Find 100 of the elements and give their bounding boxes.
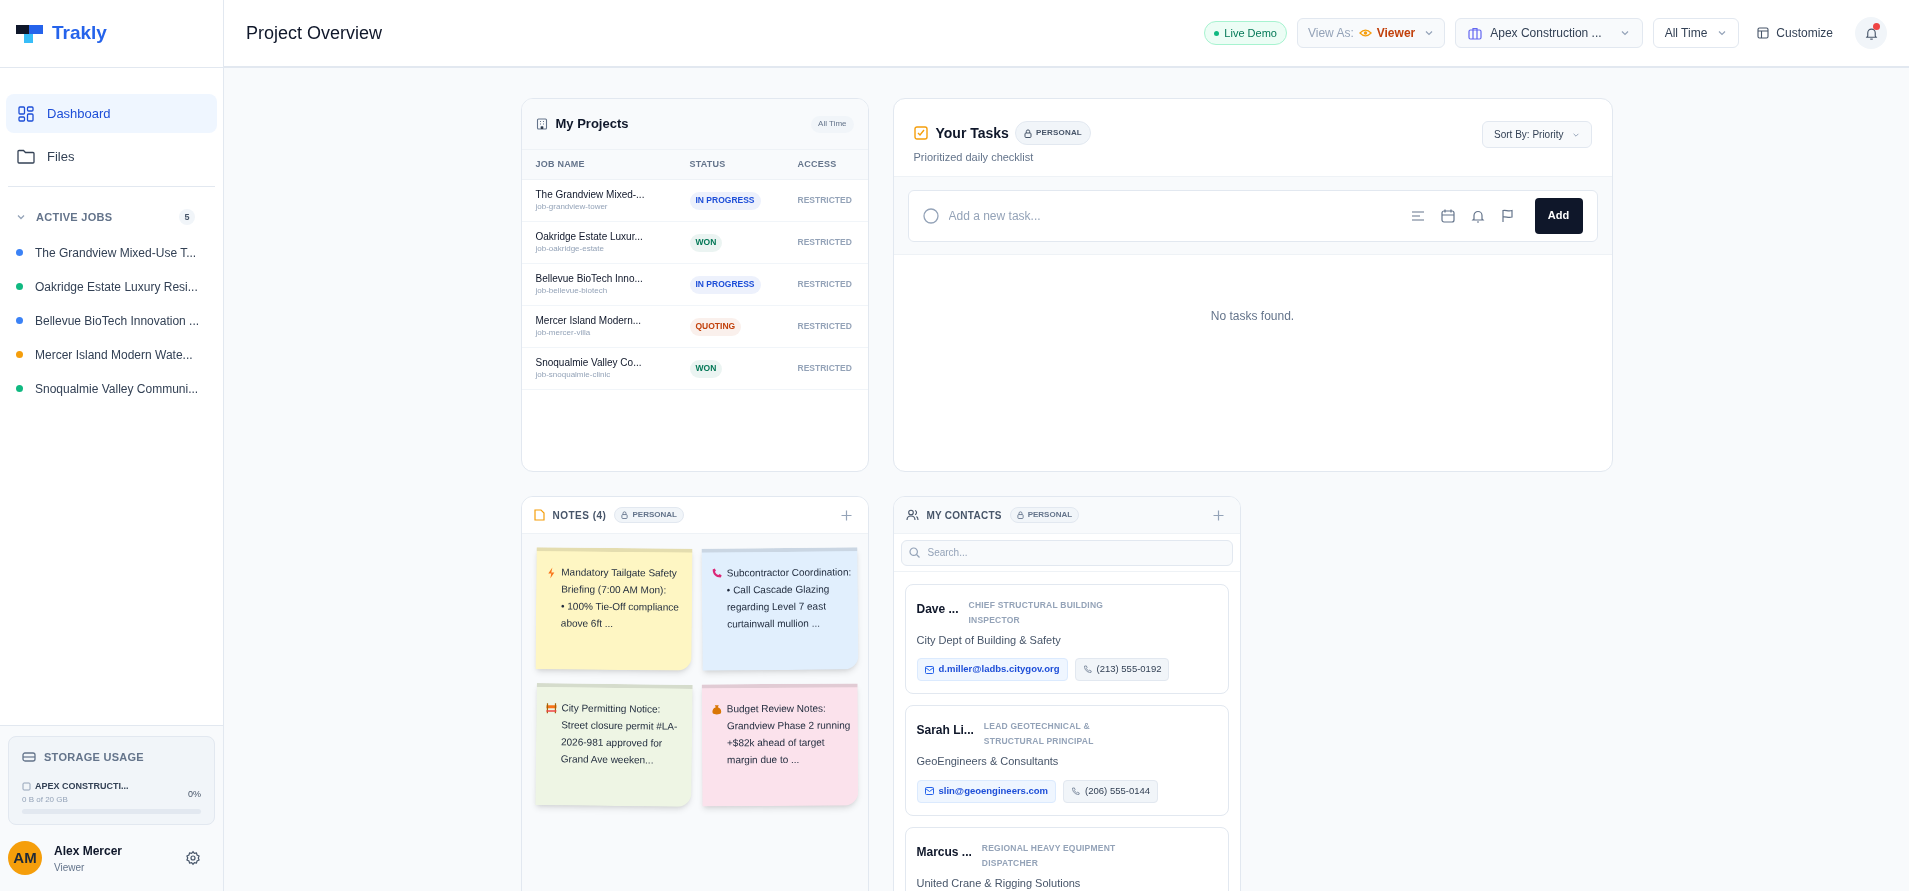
storage-percent: 0% <box>188 788 201 802</box>
email-link[interactable]: slin@geoengineers.com <box>916 779 1057 803</box>
settings-icon[interactable] <box>185 850 201 866</box>
logo-icon <box>16 22 44 45</box>
search-field[interactable]: Search... <box>900 539 1233 566</box>
table-row[interactable]: Bellevue BioTech Inno... job-bellevue-biotech IN PROGRESS RESTRICTED <box>521 264 868 306</box>
contact-name: Sarah Li... <box>916 722 974 739</box>
user-role: Viewer <box>54 860 86 875</box>
hard-drive-icon <box>22 751 36 764</box>
job-link[interactable]: Bellevue BioTech Innovation ... <box>0 303 223 338</box>
description-icon[interactable] <box>1410 208 1425 223</box>
people-icon <box>905 509 919 521</box>
status-badge: WON <box>689 233 723 252</box>
customize-button[interactable]: Customize <box>1749 18 1841 48</box>
card-subtitle: Prioritized daily checklist <box>913 150 1035 165</box>
job-name: Mercer Island Modern... <box>535 315 643 328</box>
range-badge: All Time <box>811 115 854 133</box>
status-badge: WON <box>689 359 723 378</box>
add-button[interactable]: Add <box>1534 197 1583 234</box>
barrier-icon <box>544 702 557 715</box>
note-icon <box>533 509 545 521</box>
phone-icon <box>1082 665 1092 674</box>
table-row[interactable]: Oakridge Estate Luxur... job-oakridge-estate WON RESTRICTED <box>521 222 868 264</box>
column-header: STATUS <box>689 157 727 171</box>
dashboard-icon <box>17 105 35 122</box>
folder-icon <box>17 149 35 164</box>
job-link[interactable]: Oakridge Estate Luxury Resi... <box>0 269 223 304</box>
contact-name: Dave ... <box>916 600 959 618</box>
job-slug: job-mercer-villa <box>535 327 592 338</box>
note-text: Budget Review Notes: Grandview Phase 2 running +$82k ahead of target margin due to ... <box>726 701 851 768</box>
new-task-field[interactable]: Add a new task... <box>948 206 1411 225</box>
sticky-note[interactable]: Subcontractor Coordination: • Call Cascade Glazing regarding Level 7 east curtainwall mullion ... <box>700 547 859 671</box>
caret-icon <box>1717 28 1728 38</box>
envelope-icon <box>924 787 934 795</box>
account-name: APEX CONSTRUCTI... <box>35 779 129 793</box>
card-title: NOTES (4) <box>552 508 607 523</box>
job-link[interactable]: The Grandview Mixed-Use T... <box>0 235 223 270</box>
count-badge: 5 <box>179 209 195 226</box>
company-name: United Crane & Rigging Solutions <box>916 875 1082 891</box>
flag-icon[interactable] <box>1500 208 1515 223</box>
add-icon[interactable] <box>840 509 852 521</box>
notifications-button[interactable] <box>1855 17 1887 49</box>
sort-dropdown[interactable]: Sort By: Priority <box>1482 121 1592 148</box>
page-title: Project Overview <box>246 21 383 45</box>
phone-link[interactable]: (213) 555-0192 <box>1074 658 1170 681</box>
card-title: Your Tasks <box>935 123 1009 143</box>
status-badge: QUOTING <box>689 317 742 336</box>
job-name: The Grandview Mixed-... <box>535 189 646 202</box>
nav-item[interactable]: Dashboard <box>6 94 217 133</box>
company-name: GeoEngineers & Consultants <box>916 754 1060 769</box>
contact-role: CHIEF STRUCTURAL BUILDING INSPECTOR <box>968 598 1105 627</box>
contact-card[interactable]: Dave ... CHIEF STRUCTURAL BUILDING INSPECTOR City Dept of Building & Safety d.miller@ladbs.citygov.org (213) 555-0192 <box>904 583 1229 694</box>
sticky-note[interactable]: City Permitting Notice: Street closure permit #LA-2026-981 approved for Grand Ave weeken... <box>534 683 693 807</box>
contact-role: LEAD GEOTECHNICAL & STRUCTURAL PRINCIPAL <box>983 720 1095 748</box>
column-header: JOB NAME <box>535 157 586 171</box>
phone-icon <box>1071 786 1081 796</box>
access-label: RESTRICTED <box>797 320 853 333</box>
sticky-note[interactable]: Mandatory Tailgate Safety Briefing (7:00 AM Mon): • 100% Tie-Off compliance above 6ft ... <box>534 547 693 671</box>
status-badge: IN PROGRESS <box>689 191 761 210</box>
time-range-dropdown[interactable]: All Time <box>1652 18 1740 48</box>
company-dropdown[interactable]: Apex Construction ... <box>1455 18 1643 48</box>
access-label: RESTRICTED <box>797 278 853 291</box>
access-label: RESTRICTED <box>797 194 853 207</box>
job-name: Bellevue BioTech Inno... <box>535 273 644 286</box>
add-icon[interactable] <box>1212 509 1224 521</box>
job-name: Snoqualmie Valley Co... <box>535 357 643 370</box>
table-row[interactable]: The Grandview Mixed-... job-grandview-tower IN PROGRESS RESTRICTED <box>521 180 868 222</box>
nav-item[interactable]: Files <box>6 137 217 176</box>
section-title: ACTIVE JOBS <box>36 210 113 225</box>
user-name: Alex Mercer <box>54 842 123 860</box>
caret-icon <box>1619 28 1630 38</box>
job-slug: job-bellevue-biotech <box>535 285 609 296</box>
sticky-note[interactable]: Budget Review Notes: Grandview Phase 2 running +$82k ahead of target margin due to ... <box>701 683 858 807</box>
circle-icon[interactable] <box>922 207 939 224</box>
phone-link[interactable]: (206) 555-0144 <box>1063 779 1159 803</box>
contact-card[interactable]: Sarah Li... LEAD GEOTECHNICAL & STRUCTURAL PRINCIPAL GeoEngineers & Consultants slin@geoengineers.com (206) 555-0144 <box>904 705 1229 816</box>
bell-icon[interactable] <box>1470 208 1485 223</box>
avatar[interactable]: AM <box>8 841 42 875</box>
personal-badge: PERSONAL <box>614 507 684 523</box>
table-row[interactable]: Mercer Island Modern... job-mercer-villa QUOTING RESTRICTED <box>521 306 868 348</box>
contact-card[interactable]: Marcus ... REGIONAL HEAVY EQUIPMENT DISPATCHER United Crane & Rigging Solutions <box>904 826 1229 891</box>
bell-icon <box>1863 25 1879 41</box>
calendar-icon[interactable] <box>1440 208 1455 223</box>
checkbox-icon <box>913 126 928 140</box>
email-link[interactable]: d.miller@ladbs.citygov.org <box>916 658 1068 681</box>
search-icon <box>908 547 920 558</box>
column-header: ACCESS <box>797 157 838 171</box>
personal-badge: PERSONAL <box>1014 121 1091 145</box>
job-slug: job-grandview-tower <box>535 201 609 212</box>
storage-title: STORAGE USAGE <box>44 750 144 765</box>
access-label: RESTRICTED <box>797 362 853 375</box>
status-badge: IN PROGRESS <box>689 275 761 294</box>
job-link[interactable]: Snoqualmie Valley Communi... <box>0 371 223 406</box>
view-as-dropdown[interactable]: View As: Viewer <box>1296 18 1446 48</box>
layout-icon <box>1757 27 1770 39</box>
job-name: Oakridge Estate Luxur... <box>535 231 644 244</box>
table-row[interactable]: Snoqualmie Valley Co... job-snoqualmie-clinic WON RESTRICTED <box>521 348 868 390</box>
job-link[interactable]: Mercer Island Modern Wate... <box>0 337 223 372</box>
card-title: MY CONTACTS <box>926 508 1002 523</box>
live-demo-badge: Live Demo <box>1204 21 1287 45</box>
